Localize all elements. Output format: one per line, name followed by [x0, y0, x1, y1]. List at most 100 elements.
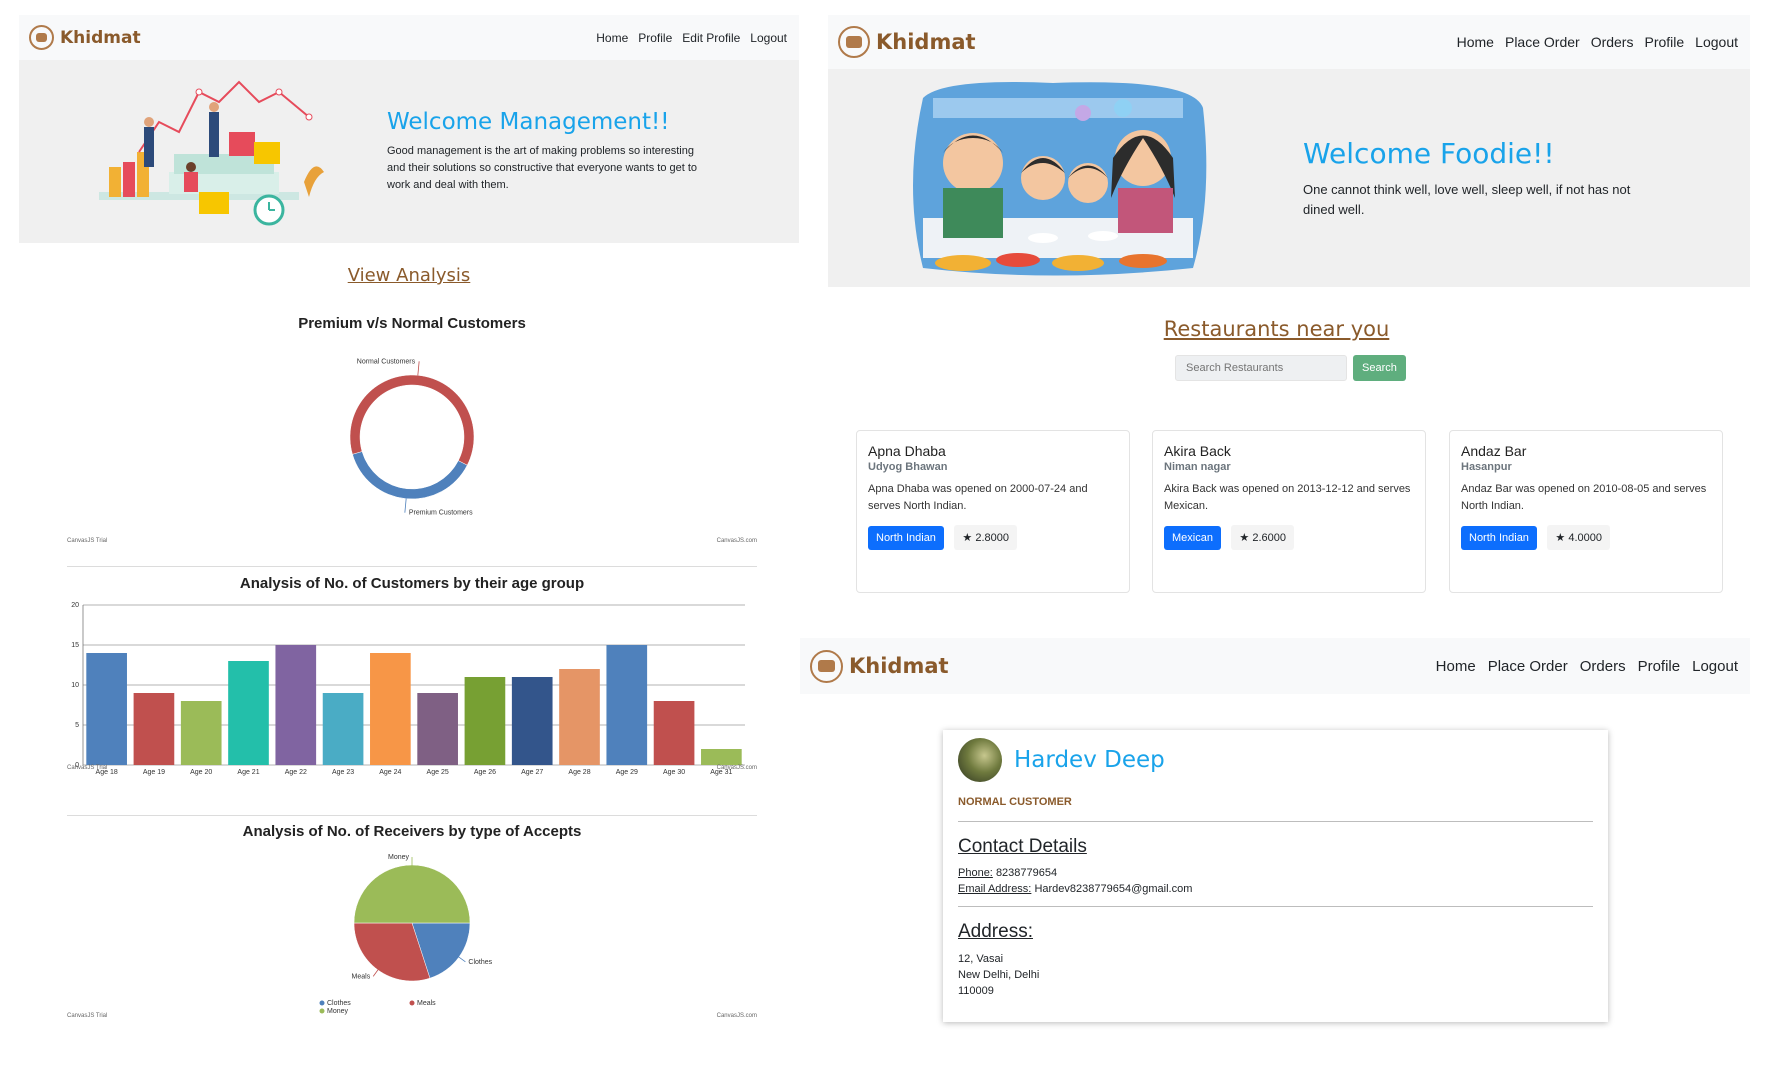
search-input[interactable] — [1175, 355, 1347, 381]
restaurant-name: Akira Back — [1164, 443, 1231, 459]
rating-badge: ★ 4.0000 — [1547, 525, 1610, 550]
nav-place-order[interactable]: Place Order — [1488, 658, 1568, 675]
nav-orders[interactable]: Orders — [1591, 34, 1634, 50]
x-tick-label: Age 25 — [427, 769, 449, 776]
email-label: Email Address: — [958, 883, 1032, 895]
email-value: Hardev8238779654@gmail.com — [1034, 883, 1193, 895]
rating-value: 2.8000 — [975, 532, 1009, 544]
chart-title: Analysis of No. of Customers by their ag… — [239, 575, 585, 592]
donut-chart-svg: Premium Customers Normal Customers CanvasJ… — [67, 358, 757, 544]
y-tick-label: 20 — [71, 602, 79, 609]
rating-value: 2.6000 — [1252, 532, 1287, 544]
nav-home[interactable]: Home — [1436, 658, 1476, 675]
bar — [370, 653, 411, 765]
x-tick-label: Age 27 — [521, 769, 543, 776]
hero-title: Welcome Foodie!! — [1303, 136, 1555, 170]
bar-chart-svg: 05101520Age 18 Age 19 Age 20 Age 21 Age 22 Ag… — [67, 602, 757, 776]
brand-name: Khidmat — [849, 654, 949, 678]
restaurant-card[interactable]: Akira Back Niman nagar Akira Back was op… — [1152, 430, 1426, 593]
chart-credit: CanvasJS Trial — [67, 765, 107, 771]
chart-title: Analysis of No. of Receivers by type of … — [242, 823, 582, 840]
donut-chart: Premium v/s Normal Customers Premium Cus… — [67, 315, 757, 560]
x-tick-label: Age 26 — [474, 769, 496, 776]
restaurants-title: Restaurants near you — [1163, 317, 1390, 341]
nav-logout[interactable]: Logout — [750, 31, 787, 45]
foodie-navbar: Khidmat Home Place Order Orders Profile … — [828, 15, 1750, 69]
cuisine-button[interactable]: North Indian — [868, 526, 944, 550]
pie-chart: Analysis of No. of Receivers by type of … — [67, 823, 757, 1045]
divider — [67, 566, 757, 567]
bar — [86, 653, 127, 765]
nav-logout[interactable]: Logout — [1695, 34, 1738, 50]
x-tick-label: Age 20 — [190, 769, 212, 776]
profile-card: Hardev Deep NORMAL CUSTOMER Contact Deta… — [943, 730, 1608, 1022]
view-analysis-link[interactable]: View Analysis — [19, 265, 799, 286]
bar — [511, 677, 553, 765]
search-button[interactable]: Search — [1353, 355, 1406, 381]
bar — [653, 701, 695, 765]
legend-label: Clothes — [327, 1000, 351, 1007]
cuisine-button[interactable]: Mexican — [1164, 526, 1221, 550]
pie-chart-svg: ClothesMealsMoneyClothes MealsMoneyCanvas… — [67, 854, 757, 1019]
family-dining-illustration — [913, 82, 1207, 276]
avatar — [958, 738, 1002, 782]
contact-heading: Contact Details — [958, 836, 1087, 857]
nav-home[interactable]: Home — [1457, 34, 1494, 50]
restaurant-description: Andaz Bar was opened on 2010-08-05 and s… — [1461, 483, 1707, 512]
restaurant-card[interactable]: Apna Dhaba Udyog Bhawan Apna Dhaba was o… — [856, 430, 1130, 593]
hero-text: Good management is the art of making pro… — [387, 145, 698, 191]
bar — [606, 645, 648, 765]
brand[interactable]: Khidmat — [29, 25, 141, 50]
x-tick-label: Age 23 — [332, 769, 354, 776]
phone-value: 8238779654 — [995, 867, 1058, 879]
management-illustration — [99, 80, 324, 225]
nav-profile[interactable]: Profile — [1638, 658, 1681, 675]
address-line: 110009 — [958, 985, 994, 997]
foodie-panel: Khidmat Home Place Order Orders Profile … — [828, 15, 1750, 593]
legend-label: Money — [327, 1008, 349, 1015]
legend-marker — [319, 1008, 325, 1014]
restaurant-name: Apna Dhaba — [868, 443, 946, 459]
foodie-nav: Home Place Order Orders Profile Logout — [1457, 34, 1738, 50]
chart-credit: CanvasJS.com — [717, 1013, 757, 1019]
nav-place-order[interactable]: Place Order — [1505, 34, 1580, 50]
rating-badge: ★ 2.6000 — [1231, 525, 1295, 550]
slice-label: Premium Customers — [409, 510, 473, 517]
divider — [958, 906, 1593, 907]
x-tick-label: Age 21 — [237, 769, 259, 776]
y-tick-label: 10 — [71, 682, 79, 689]
x-tick-label: Age 19 — [143, 769, 165, 776]
chart-credit: CanvasJS Trial — [67, 1013, 107, 1019]
management-panel: Khidmat Home Profile Edit Profile Logout — [19, 15, 799, 1045]
brand[interactable]: Khidmat — [838, 26, 976, 58]
email-row: Email Address: Hardev8238779654@gmail.co… — [958, 883, 1593, 895]
foodie-hero: Welcome Foodie!! One cannot think well, … — [828, 69, 1750, 287]
nav-profile[interactable]: Profile — [1644, 34, 1684, 50]
nav-profile[interactable]: Profile — [638, 31, 672, 45]
nav-home[interactable]: Home — [596, 31, 628, 45]
x-tick-label: Age 28 — [568, 769, 590, 776]
brand-logo-icon — [838, 26, 870, 58]
nav-logout[interactable]: Logout — [1692, 658, 1738, 675]
restaurant-card[interactable]: Andaz Bar Hasanpur Andaz Bar was opened … — [1449, 430, 1723, 593]
divider — [67, 815, 757, 816]
legend-marker — [319, 1000, 325, 1006]
slice-label: Meals — [352, 973, 371, 980]
profile-name: Hardev Deep — [1014, 747, 1165, 773]
legend-marker — [409, 1000, 415, 1006]
chart-title: Premium v/s Normal Customers — [298, 315, 526, 332]
donut-slice — [352, 451, 468, 500]
management-nav: Home Profile Edit Profile Logout — [596, 31, 787, 45]
bar — [180, 701, 222, 765]
label-leader — [417, 361, 420, 376]
bar — [559, 669, 600, 765]
divider — [958, 821, 1593, 822]
nav-orders[interactable]: Orders — [1580, 658, 1626, 675]
profile-nav: Home Place Order Orders Profile Logout — [1436, 658, 1738, 675]
chart-credit: CanvasJS.com — [717, 765, 757, 771]
bar — [275, 645, 317, 765]
cuisine-button[interactable]: North Indian — [1461, 526, 1537, 550]
brand[interactable]: Khidmat — [810, 649, 949, 683]
x-tick-label: Age 24 — [379, 769, 401, 776]
nav-edit-profile[interactable]: Edit Profile — [682, 31, 740, 45]
